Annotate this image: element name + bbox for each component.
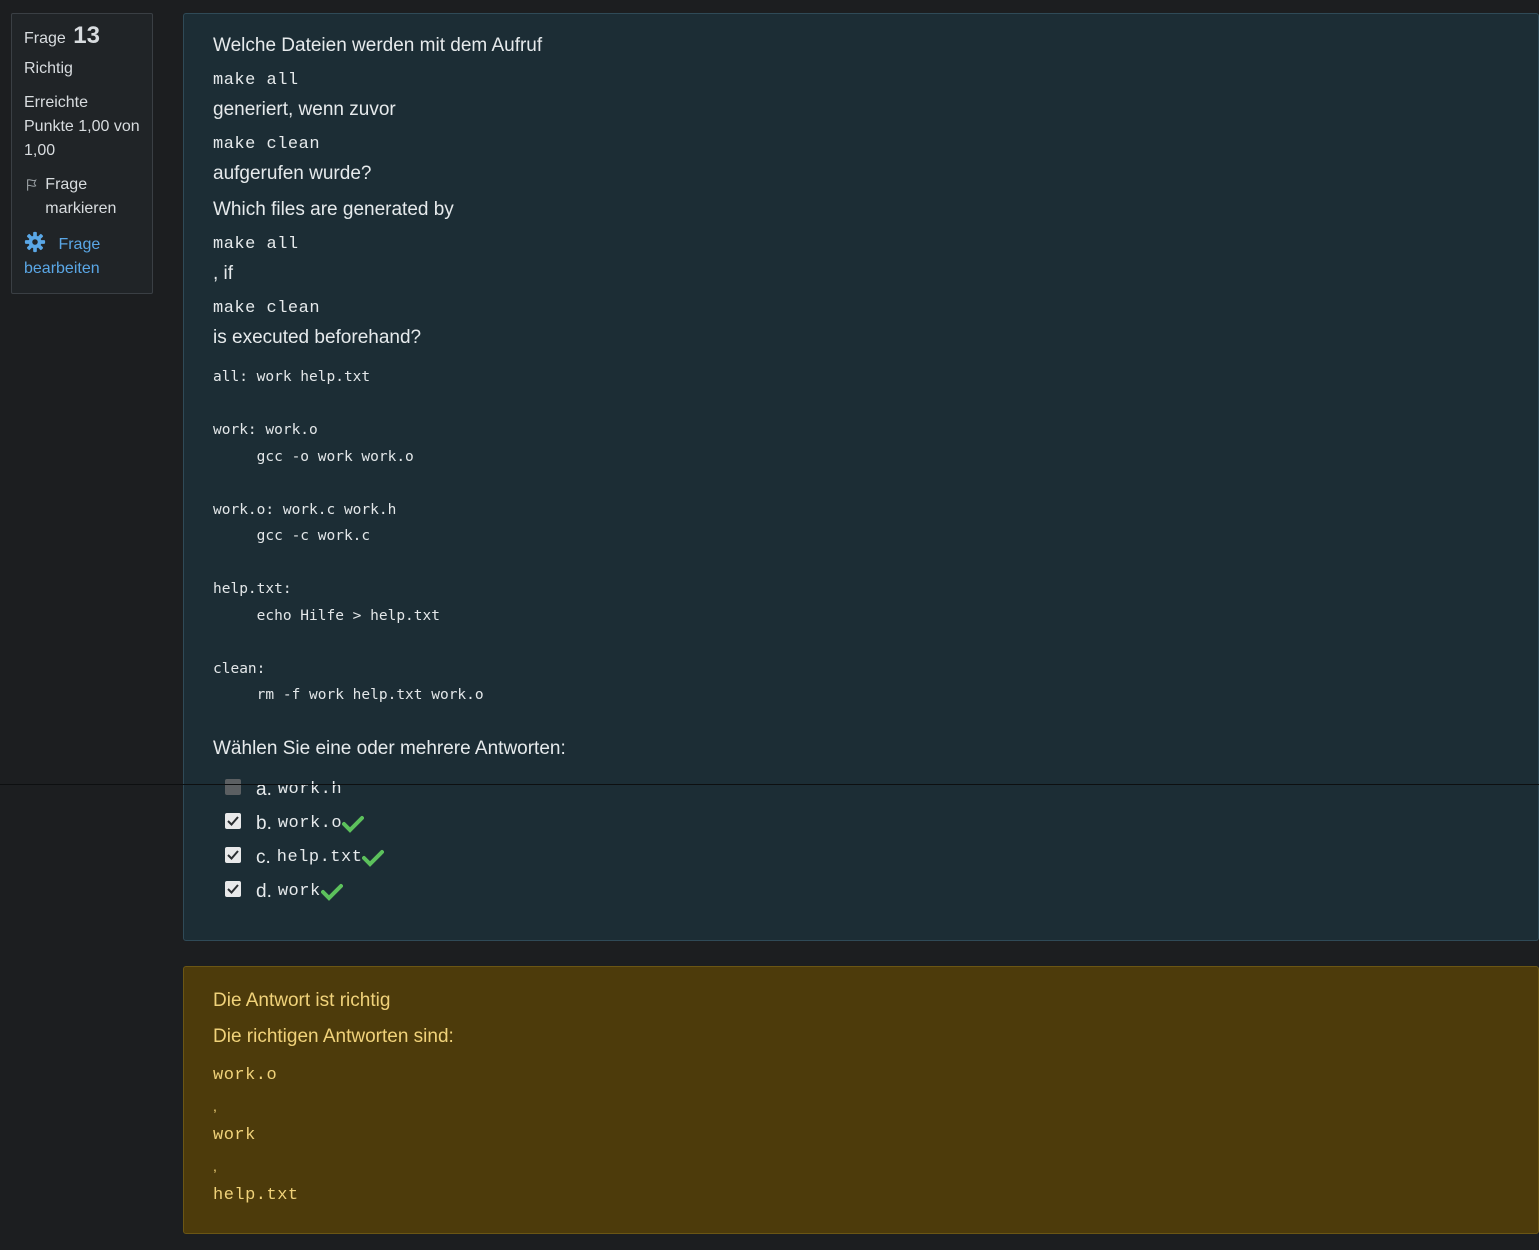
question-label: Frage — [24, 30, 66, 47]
checkmark-icon — [227, 883, 239, 894]
flag-question-label: Frage markieren — [45, 176, 117, 217]
question-number: 13 — [73, 22, 100, 49]
question-en-mid: , if — [213, 263, 234, 284]
command-make-clean: make clean — [213, 135, 321, 154]
checkmark-icon — [227, 849, 239, 860]
command-make-all-en: make all — [213, 235, 299, 254]
right-answer-1: work.o — [213, 1066, 278, 1085]
answer-letter: a. — [256, 778, 272, 800]
edit-question-link[interactable]: Frage bearbeiten — [24, 231, 140, 281]
flag-icon — [27, 179, 37, 191]
right-answer-separator: , — [213, 1158, 217, 1174]
makefile-code: all: work help.txt work: work.o gcc -o w… — [213, 369, 484, 703]
answer-checkbox-a[interactable] — [225, 778, 241, 795]
checkmark-icon — [227, 815, 239, 826]
horizontal-divider — [0, 784, 1539, 785]
question-de-mid: generiert, wenn zuvor — [213, 99, 396, 120]
answer-checkbox-c[interactable] — [225, 846, 241, 863]
right-answer-2: work — [213, 1126, 256, 1145]
correct-tick-icon — [320, 883, 343, 901]
feedback-status: Die Antwort ist richtig — [213, 990, 391, 1011]
answer-letter: b. — [256, 812, 272, 834]
correct-tick-icon — [362, 849, 385, 867]
answer-value: help.txt — [276, 848, 363, 867]
feedback-panel: Die Antwort ist richtig Die richtigen An… — [183, 966, 1539, 1234]
right-answer-label: Die richtigen Antworten sind: — [213, 1026, 454, 1047]
answer-letter: c. — [256, 846, 271, 868]
answer-value: work.o — [277, 814, 343, 833]
answer-option-a[interactable]: a. work.h — [225, 773, 1524, 807]
question-en-end: is executed beforehand? — [213, 327, 422, 348]
answer-checkbox-b[interactable] — [225, 812, 241, 829]
answer-option-d[interactable]: d. work — [225, 875, 1524, 909]
question-de-end: aufgerufen wurde? — [213, 163, 372, 184]
answer-prompt: Wählen Sie eine oder mehrere Antworten: — [213, 737, 566, 759]
question-en-intro: Which files are generated by — [213, 199, 454, 220]
question-grade: Erreichte Punkte 1,00 von 1,00 — [24, 94, 140, 159]
question-info-panel: Frage 13 Richtig Erreichte Punkte 1,00 v… — [11, 13, 153, 294]
answer-value: work.h — [277, 780, 343, 799]
answer-letter: d. — [256, 880, 272, 902]
answer-option-b[interactable]: b. work.o — [225, 807, 1524, 841]
right-answer-3: help.txt — [213, 1186, 299, 1205]
answer-list: a. work.h b. work.o c. help.txt d. work — [225, 773, 1524, 909]
question-number-line: Frage 13 — [24, 24, 140, 51]
flag-question-link[interactable]: Frage markieren — [24, 173, 140, 221]
command-make-all: make all — [213, 71, 299, 90]
answer-value: work — [277, 882, 321, 901]
answer-option-c[interactable]: c. help.txt — [225, 841, 1524, 875]
command-make-clean-en: make clean — [213, 299, 321, 318]
question-state: Richtig — [24, 60, 73, 77]
right-answer-separator: , — [213, 1098, 217, 1114]
answer-checkbox-d[interactable] — [225, 880, 241, 897]
correct-tick-icon — [342, 815, 365, 833]
question-content: Welche Dateien werden mit dem Aufruf mak… — [183, 13, 1539, 941]
question-de-intro: Welche Dateien werden mit dem Aufruf — [213, 35, 543, 56]
gear-icon — [24, 231, 46, 253]
